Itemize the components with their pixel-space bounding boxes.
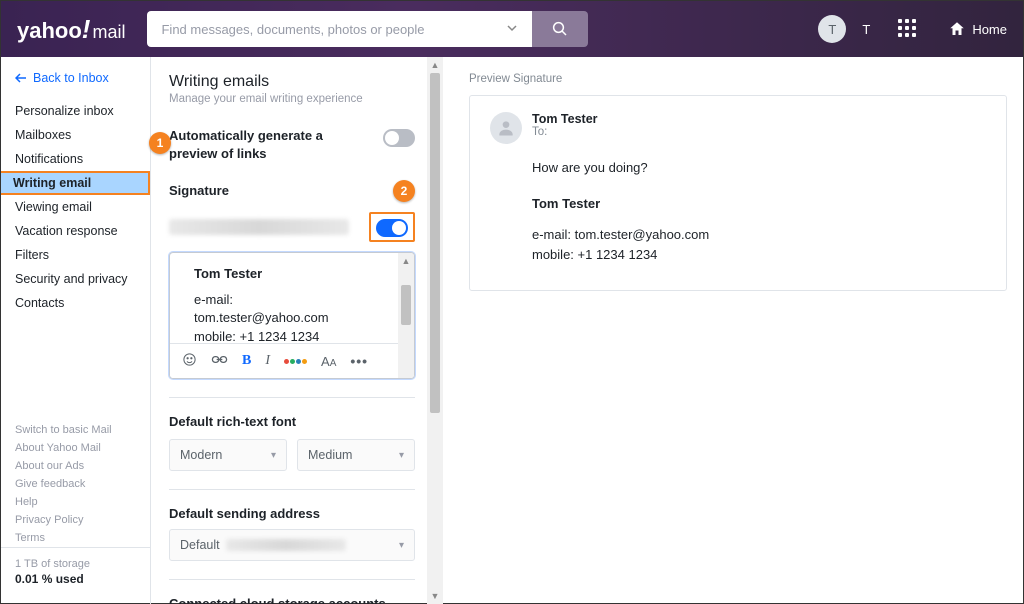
address-section-title: Default sending address xyxy=(169,506,415,521)
search-icon xyxy=(551,20,569,38)
sidebar-item-writing-email[interactable]: Writing email xyxy=(1,171,150,195)
search-input[interactable] xyxy=(147,11,532,47)
font-size-icon[interactable]: AA xyxy=(321,354,336,369)
logo-exclaim: ! xyxy=(82,14,91,45)
editor-scrollbar[interactable]: ▲ xyxy=(398,253,414,378)
annotation-1: 1 xyxy=(149,132,171,154)
link-about-ads[interactable]: About our Ads xyxy=(1,457,150,475)
avatar-label: T xyxy=(862,22,870,37)
sidebar-item-security[interactable]: Security and privacy xyxy=(1,267,150,291)
sidebar-item-filters[interactable]: Filters xyxy=(1,243,150,267)
setting-auto-preview: Automatically generate a preview of link… xyxy=(169,127,415,162)
secondary-nav: Switch to basic Mail About Yahoo Mail Ab… xyxy=(1,421,150,594)
preview-sig-name: Tom Tester xyxy=(532,194,986,214)
back-to-inbox-link[interactable]: Back to Inbox xyxy=(1,71,150,99)
preview-greeting: How are you doing? xyxy=(532,158,986,178)
link-about-yahoo-mail[interactable]: About Yahoo Mail xyxy=(1,439,150,457)
preview-avatar-icon xyxy=(490,112,522,144)
editor-toolbar: B I AA ••• xyxy=(170,343,414,378)
font-section-title: Default rich-text font xyxy=(169,414,415,429)
bold-icon[interactable]: B xyxy=(242,353,251,369)
link-terms[interactable]: Terms xyxy=(1,529,150,547)
signature-account-row xyxy=(169,212,415,242)
link-feedback[interactable]: Give feedback xyxy=(1,475,150,493)
emoji-icon[interactable] xyxy=(182,352,197,370)
back-label: Back to Inbox xyxy=(33,71,109,85)
chevron-down-icon: ▾ xyxy=(399,450,404,461)
home-link[interactable]: Home xyxy=(948,20,1007,38)
italic-icon[interactable]: I xyxy=(265,353,270,369)
settings-sidebar: Back to Inbox Personalize inbox Mailboxe… xyxy=(1,57,151,604)
preview-sig-email: e-mail: tom.tester@yahoo.com xyxy=(532,225,986,245)
sidebar-item-notifications[interactable]: Notifications xyxy=(1,147,150,171)
signature-label: Signature xyxy=(169,182,229,200)
avatar-initial: T xyxy=(828,22,836,37)
auto-preview-label: Automatically generate a preview of link… xyxy=(169,127,369,162)
font-family-dropdown[interactable]: Modern ▾ xyxy=(169,439,287,471)
annotation-2: 2 xyxy=(393,180,415,202)
more-icon[interactable]: ••• xyxy=(350,353,368,369)
sig-editor-line3: mobile: +1 1234 1234 xyxy=(194,328,390,343)
preview-to-label: To: xyxy=(532,126,598,138)
sidebar-item-vacation[interactable]: Vacation response xyxy=(1,219,150,243)
sidebar-item-contacts[interactable]: Contacts xyxy=(1,291,150,315)
yahoo-mail-logo[interactable]: yahoo!mail xyxy=(17,14,125,45)
address-value: Default xyxy=(180,538,220,552)
app-header: yahoo!mail T T Home xyxy=(1,1,1023,57)
storage-meter: 1 TB of storage 0.01 % used xyxy=(1,547,150,586)
preview-from: Tom Tester xyxy=(532,112,598,126)
sidebar-item-mailboxes[interactable]: Mailboxes xyxy=(1,123,150,147)
font-size-dropdown[interactable]: Medium ▾ xyxy=(297,439,415,471)
preview-body: How are you doing? Tom Tester e-mail: to… xyxy=(490,158,986,264)
home-label: Home xyxy=(972,22,1007,37)
link-basic-mail[interactable]: Switch to basic Mail xyxy=(1,421,150,439)
link-icon[interactable] xyxy=(211,352,228,370)
preview-card: Tom Tester To: How are you doing? Tom Te… xyxy=(469,95,1007,291)
preview-header: Tom Tester To: xyxy=(490,112,986,144)
font-size-value: Medium xyxy=(308,448,352,462)
storage-used: 0.01 % used xyxy=(15,572,136,586)
color-icon[interactable] xyxy=(284,359,307,364)
sending-address-dropdown[interactable]: Default ▾ xyxy=(169,529,415,561)
chevron-down-icon: ▾ xyxy=(399,540,404,551)
signature-toggle-highlight xyxy=(369,212,415,242)
sig-editor-line2: tom.tester@yahoo.com xyxy=(194,309,390,327)
cloud-section-title: Connected cloud storage accounts xyxy=(169,596,415,604)
page-subtitle: Manage your email writing experience xyxy=(169,93,415,105)
settings-panel: Writing emails Manage your email writing… xyxy=(151,57,427,604)
search-bar xyxy=(147,11,588,47)
link-help[interactable]: Help xyxy=(1,493,150,511)
arrow-left-icon xyxy=(15,73,27,83)
logo-brand: yahoo xyxy=(17,18,82,44)
setting-signature-header: Signature 2 xyxy=(169,180,415,202)
preview-panel: Preview Signature Tom Tester To: How are… xyxy=(443,57,1023,604)
preview-sig-mobile: mobile: +1 1234 1234 xyxy=(532,245,986,265)
storage-total: 1 TB of storage xyxy=(15,558,136,570)
apps-grid-icon[interactable] xyxy=(898,19,918,39)
settings-scrollbar[interactable]: ▲ ▼ xyxy=(427,57,443,604)
account-email-redacted xyxy=(169,219,349,235)
sig-editor-name: Tom Tester xyxy=(194,265,390,283)
sidebar-item-personalize[interactable]: Personalize inbox xyxy=(1,99,150,123)
search-button[interactable] xyxy=(532,11,588,47)
signature-editor[interactable]: Tom Tester e-mail: tom.tester@yahoo.com … xyxy=(169,252,415,379)
sidebar-item-viewing-email[interactable]: Viewing email xyxy=(1,195,150,219)
sig-editor-line1: e-mail: xyxy=(194,291,390,309)
avatar[interactable]: T xyxy=(818,15,846,43)
signature-toggle[interactable] xyxy=(376,219,408,237)
signature-editor-content[interactable]: Tom Tester e-mail: tom.tester@yahoo.com … xyxy=(170,253,414,343)
chevron-down-icon: ▾ xyxy=(271,450,276,461)
home-icon xyxy=(948,20,966,38)
logo-product: mail xyxy=(92,22,125,43)
auto-preview-toggle[interactable] xyxy=(383,129,415,147)
link-privacy[interactable]: Privacy Policy xyxy=(1,511,150,529)
font-dropdown-row: Modern ▾ Medium ▾ xyxy=(169,439,415,471)
font-family-value: Modern xyxy=(180,448,222,462)
preview-label: Preview Signature xyxy=(469,73,1007,85)
page-title: Writing emails xyxy=(169,73,415,91)
content-area: Writing emails Manage your email writing… xyxy=(151,57,1023,604)
